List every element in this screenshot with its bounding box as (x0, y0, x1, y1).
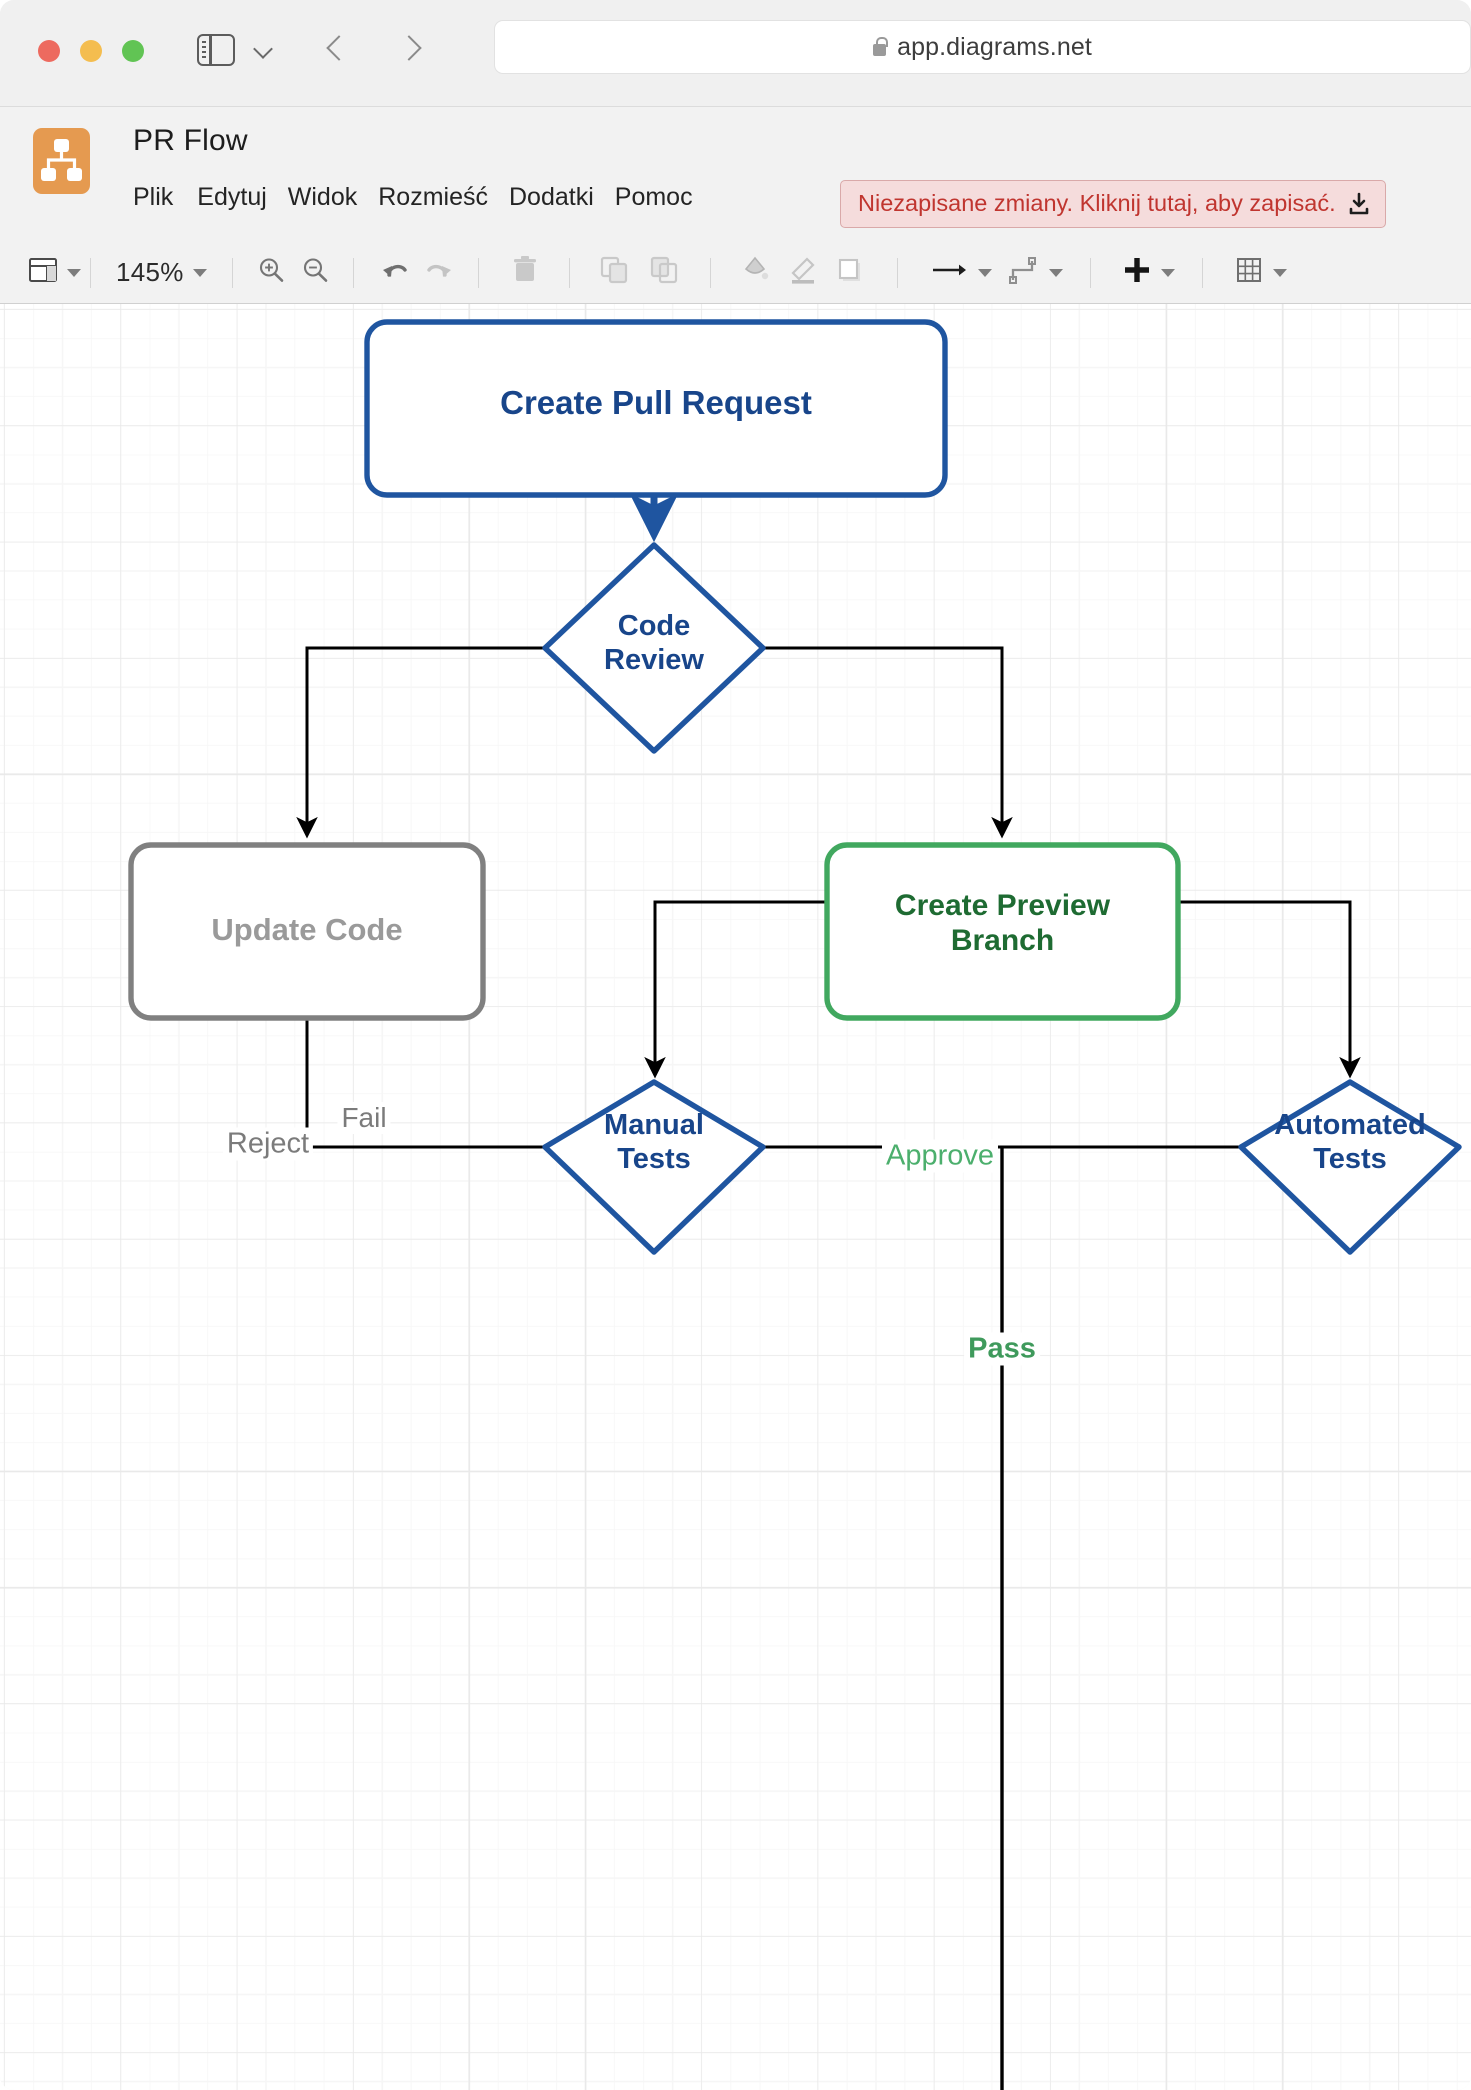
toolbar-divider (896, 257, 898, 288)
to-front-button[interactable] (599, 242, 629, 304)
node-create-pull-request (364, 319, 948, 498)
insert-button[interactable] (1122, 242, 1175, 304)
toolbar-divider (1201, 257, 1203, 288)
waypoint-icon (1008, 255, 1040, 290)
toolbar-divider (709, 257, 711, 288)
edge-label-fail: Fail (337, 1102, 391, 1134)
toolbar-divider (90, 257, 91, 288)
url-text: app.diagrams.net (897, 32, 1092, 61)
menu-item-rozmiesc[interactable]: Rozmieść (378, 183, 509, 212)
delete-button[interactable] (512, 242, 538, 304)
table-icon (1234, 255, 1264, 290)
edge-review-reject (296, 646, 548, 839)
redo-icon (423, 255, 455, 290)
zoom-level-label: 145% (116, 257, 184, 287)
zoom-level-button[interactable]: 145% (116, 242, 207, 304)
fill-color-button[interactable] (742, 242, 770, 304)
address-bar[interactable]: app.diagrams.net (494, 20, 1471, 74)
chevron-down-icon (1160, 268, 1175, 277)
toolbar-divider (231, 257, 233, 288)
bring-to-front-icon (599, 255, 629, 290)
chevron-down-icon[interactable] (253, 39, 273, 59)
toolbar-divider (352, 257, 354, 288)
node-update-code (128, 842, 486, 1021)
edge-review-approve (760, 646, 1013, 839)
chevron-down-icon (67, 268, 81, 277)
arrow-icon (929, 255, 969, 290)
chevron-down-icon (192, 268, 207, 277)
node-code-review (542, 542, 766, 754)
edge-label-approve: Approve (881, 1139, 999, 1173)
shadow-icon (836, 255, 866, 290)
window-traffic-lights (38, 40, 144, 62)
sidebar-toggle-icon[interactable] (197, 34, 235, 66)
pencil-icon (788, 255, 818, 290)
layout-panel-icon (28, 255, 58, 290)
edge-label-pass: Pass (964, 1332, 1040, 1366)
line-color-button[interactable] (788, 242, 818, 304)
chevron-down-icon (1272, 268, 1287, 277)
browser-toolbar: app.diagrams.net (0, 0, 1471, 107)
shadow-button[interactable] (836, 242, 866, 304)
to-back-button[interactable] (649, 242, 679, 304)
unsaved-changes-text: Niezapisane zmiany. Kliknij tutaj, aby z… (858, 190, 1336, 216)
menu-item-edytuj[interactable]: Edytuj (197, 183, 287, 212)
chevron-down-icon (977, 268, 992, 277)
lock-icon (873, 36, 888, 56)
waypoints-button[interactable] (1008, 242, 1063, 304)
chevron-left-icon[interactable] (330, 39, 346, 55)
diagram-svg (128, 319, 1462, 2090)
connection-arrow-button[interactable] (929, 242, 992, 304)
zoom-out-button[interactable] (300, 242, 330, 304)
edge-preview-to-manual (644, 900, 827, 1079)
unsaved-changes-banner[interactable]: Niezapisane zmiany. Kliknij tutaj, aby z… (840, 180, 1386, 228)
page-title: PR Flow (133, 124, 248, 157)
node-manual-tests (542, 1079, 766, 1255)
editor-toolbar: 145% (0, 242, 1471, 304)
diagrams-logo-icon (33, 128, 90, 194)
toolbar-divider (477, 257, 479, 288)
zoom-in-icon (256, 255, 286, 290)
undo-icon (379, 255, 411, 290)
maximize-window-button[interactable] (122, 40, 144, 62)
app-menubar: Plik Edytuj Widok Rozmieść Dodatki Pomoc (133, 183, 714, 212)
browser-window: app.diagrams.net PR Flow Plik Edytuj Wid… (0, 0, 1471, 2090)
paint-bucket-icon (742, 255, 770, 290)
minimize-window-button[interactable] (80, 40, 102, 62)
send-to-back-icon (649, 255, 679, 290)
trash-icon (512, 255, 538, 290)
node-automated-tests (1238, 1079, 1462, 1255)
close-window-button[interactable] (38, 40, 60, 62)
table-button[interactable] (1234, 242, 1287, 304)
menu-item-widok[interactable]: Widok (288, 183, 378, 212)
menu-item-dodatki[interactable]: Dodatki (509, 183, 615, 212)
chevron-right-icon[interactable] (400, 39, 416, 55)
undo-button[interactable] (379, 242, 411, 304)
node-create-preview-branch (824, 842, 1181, 1021)
zoom-in-button[interactable] (256, 242, 286, 304)
redo-button[interactable] (423, 242, 455, 304)
toolbar-divider (1089, 257, 1091, 288)
toolbar-divider (568, 257, 570, 288)
chevron-down-icon (1048, 268, 1063, 277)
view-layout-button[interactable] (28, 242, 81, 304)
diagram-canvas[interactable]: Create Pull Request Code Review Update C… (0, 304, 1471, 2090)
menu-item-pomoc[interactable]: Pomoc (615, 183, 714, 212)
plus-icon (1122, 255, 1152, 290)
menu-item-plik[interactable]: Plik (133, 183, 197, 212)
zoom-out-icon (300, 255, 330, 290)
edge-preview-to-automated (1178, 900, 1361, 1079)
edge-label-reject: Reject (222, 1127, 314, 1161)
download-icon (1348, 192, 1370, 216)
